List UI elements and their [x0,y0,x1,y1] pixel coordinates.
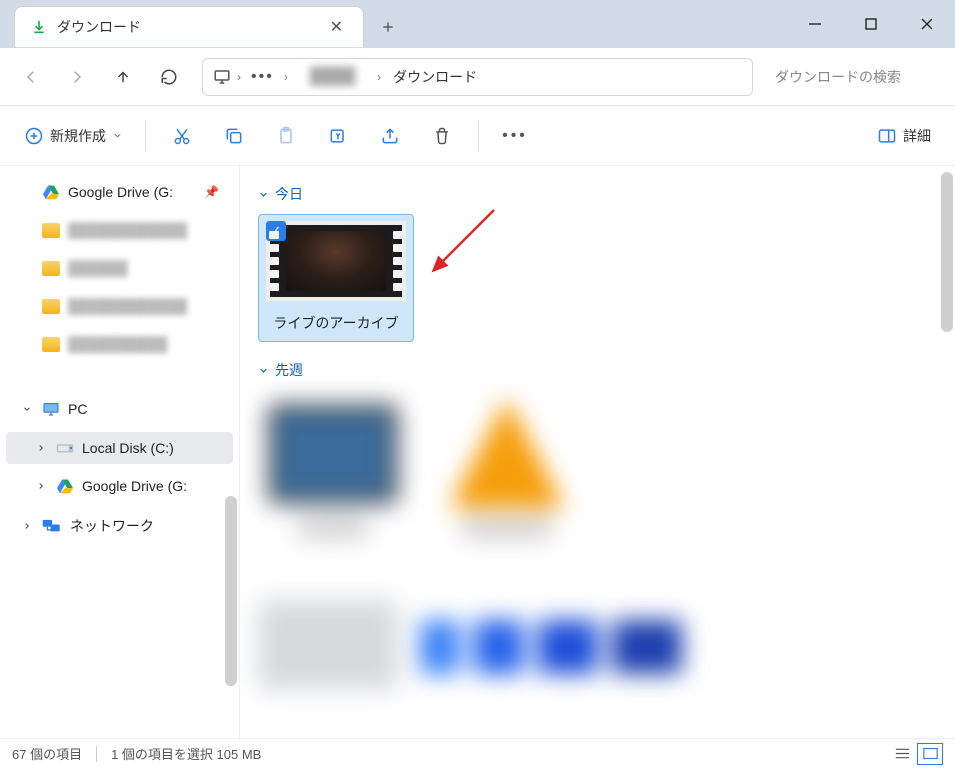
sidebar-item-pc[interactable]: PC [6,392,233,426]
breadcrumb-hidden: ████ [294,68,371,86]
sidebar-item-local-disk[interactable]: Local Disk (C:) [6,432,233,464]
sidebar-item-label: ネットワーク [70,516,154,536]
refresh-button[interactable] [148,56,190,98]
annotation-arrow [430,202,510,282]
sidebar-item-folder[interactable]: ████████████ [6,290,233,322]
chevron-down-icon [258,365,269,376]
folder-icon [42,261,60,276]
share-button[interactable] [368,116,412,156]
file-item-selected[interactable]: ✓ ライブのアーカイブ [258,214,414,342]
details-label: 詳細 [903,126,931,146]
video-thumbnail: ✓ [266,221,406,301]
maximize-button[interactable] [843,0,899,47]
search-input[interactable] [775,69,935,85]
breadcrumb-overflow[interactable]: ••• [247,68,278,86]
back-button[interactable] [10,56,52,98]
group-header-lastweek[interactable]: 先週 [258,360,937,380]
group-label: 今日 [275,184,303,204]
toolbar: 新規作成 ••• 詳細 [0,106,955,166]
status-selection: 1 個の項目を選択 105 MB [111,744,261,763]
pc-icon [42,400,60,418]
search-box[interactable] [765,58,945,96]
separator [145,121,146,151]
chevron-down-icon[interactable] [20,404,34,414]
cut-button[interactable] [160,116,204,156]
navbar: › ••• › ████ › ダウンロード [0,48,955,106]
disk-icon [56,441,74,455]
folder-icon [42,337,60,352]
gdrive-icon [42,184,60,200]
sidebar-item-folder[interactable]: ██████████ [6,328,233,360]
gdrive-icon [56,478,74,494]
sidebar-item-folder[interactable]: ██████ [6,252,233,284]
address-bar[interactable]: › ••• › ████ › ダウンロード [202,58,753,96]
chevron-down-icon [258,189,269,200]
paste-button[interactable] [264,116,308,156]
new-label: 新規作成 [50,126,106,146]
copy-button[interactable] [212,116,256,156]
file-row-blurred [258,600,937,690]
chevron-right-icon[interactable] [34,481,48,491]
file-label: ライブのアーカイブ [267,311,404,335]
download-icon [31,19,47,35]
view-icons-button[interactable] [917,743,943,765]
close-tab-icon[interactable]: ✕ [322,13,351,41]
view-details-button[interactable] [889,743,915,765]
scrollbar[interactable] [225,496,237,686]
breadcrumb-sep: › [284,70,288,84]
scrollbar[interactable] [941,172,953,332]
statusbar: 67 個の項目 1 個の項目を選択 105 MB [0,738,955,768]
rename-button[interactable] [316,116,360,156]
breadcrumb-current[interactable]: ダウンロード [387,65,483,89]
group-label: 先週 [275,360,303,380]
window-controls [787,0,955,47]
network-icon [42,518,62,534]
close-window-button[interactable] [899,0,955,47]
plus-circle-icon [24,126,44,146]
sidebar: Google Drive (G: 📌 ████████████ ██████ █… [0,166,240,738]
folder-icon [42,223,60,238]
tab-title: ダウンロード [57,17,322,37]
pin-icon: 📌 [204,185,219,199]
details-pane-icon [877,126,897,146]
sidebar-item-network[interactable]: ネットワーク [6,508,233,544]
up-button[interactable] [102,56,144,98]
sidebar-item-label: PC [68,401,87,417]
file-item[interactable] [258,390,408,560]
separator [478,121,479,151]
monitor-icon [213,68,231,86]
sidebar-item-label: Local Disk (C:) [82,440,174,456]
new-tab-button[interactable] [364,6,412,47]
more-button[interactable]: ••• [493,116,537,156]
details-button[interactable]: 詳細 [869,116,939,156]
file-item[interactable] [432,390,582,560]
sidebar-item-gdrive[interactable]: Google Drive (G: [6,470,233,502]
sidebar-item-gdrive-pinned[interactable]: Google Drive (G: 📌 [6,176,233,208]
status-item-count: 67 個の項目 [12,744,82,763]
folder-icon [42,299,60,314]
chevron-down-icon [112,130,123,141]
group-header-today[interactable]: 今日 [258,184,937,204]
breadcrumb-sep: › [237,70,241,84]
chevron-right-icon[interactable] [20,521,34,531]
chevron-right-icon[interactable] [34,443,48,453]
content-pane: 今日 ✓ ライブのアーカイブ 先週 [240,166,955,738]
tab-active[interactable]: ダウンロード ✕ [14,6,364,47]
sidebar-item-folder[interactable]: ████████████ [6,214,233,246]
sidebar-item-label: Google Drive (G: [68,184,173,200]
breadcrumb-sep: › [377,70,381,84]
delete-button[interactable] [420,116,464,156]
main-area: Google Drive (G: 📌 ████████████ ██████ █… [0,166,955,738]
sidebar-item-label: Google Drive (G: [82,478,187,494]
minimize-button[interactable] [787,0,843,47]
new-button[interactable]: 新規作成 [16,116,131,156]
forward-button[interactable] [56,56,98,98]
titlebar: ダウンロード ✕ [0,0,955,48]
separator [96,746,97,762]
